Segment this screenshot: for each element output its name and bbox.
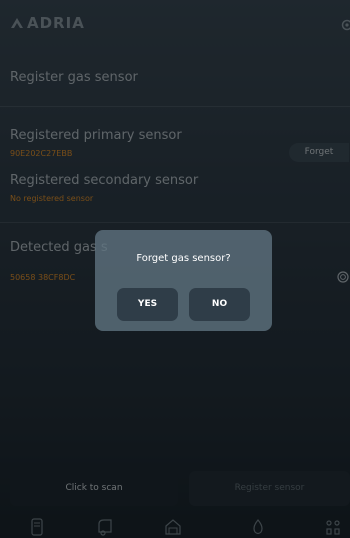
divider (0, 222, 350, 223)
detected-sensor-id[interactable]: 50658 38CF8DC (10, 273, 75, 282)
controls-icon[interactable] (324, 518, 342, 536)
secondary-sensor-title: Registered secondary sensor (10, 173, 199, 188)
register-sensor-button[interactable]: Register sensor (189, 471, 350, 506)
register-gas-sensor-title: Register gas sensor (10, 70, 138, 85)
brand-logo: ADRIA (10, 14, 85, 32)
secondary-sensor-status: No registered sensor (10, 194, 94, 203)
primary-sensor-id: 90E202C27EBB (10, 149, 73, 158)
caravan-icon[interactable] (96, 518, 114, 536)
forget-sensor-dialog: Forget gas sensor? YES NO (95, 230, 272, 331)
bottom-nav (0, 512, 350, 538)
divider (0, 106, 350, 107)
yes-button[interactable]: YES (117, 288, 178, 321)
adria-logo-icon (11, 18, 23, 28)
no-button[interactable]: NO (189, 288, 250, 321)
phone-icon[interactable] (28, 518, 46, 536)
forget-button[interactable]: Forget (289, 143, 349, 162)
dialog-title: Forget gas sensor? (136, 253, 231, 264)
radio-icon[interactable] (337, 271, 349, 283)
water-drop-icon[interactable] (249, 518, 267, 536)
garage-icon[interactable] (164, 518, 182, 536)
header: ADRIA (0, 0, 350, 44)
detected-sensors-title: Detected gas s (10, 240, 108, 255)
click-to-scan-button[interactable]: Click to scan (10, 471, 178, 506)
brand-name: ADRIA (27, 14, 85, 32)
primary-sensor-title: Registered primary sensor (10, 128, 182, 143)
gear-icon[interactable] (340, 18, 350, 32)
